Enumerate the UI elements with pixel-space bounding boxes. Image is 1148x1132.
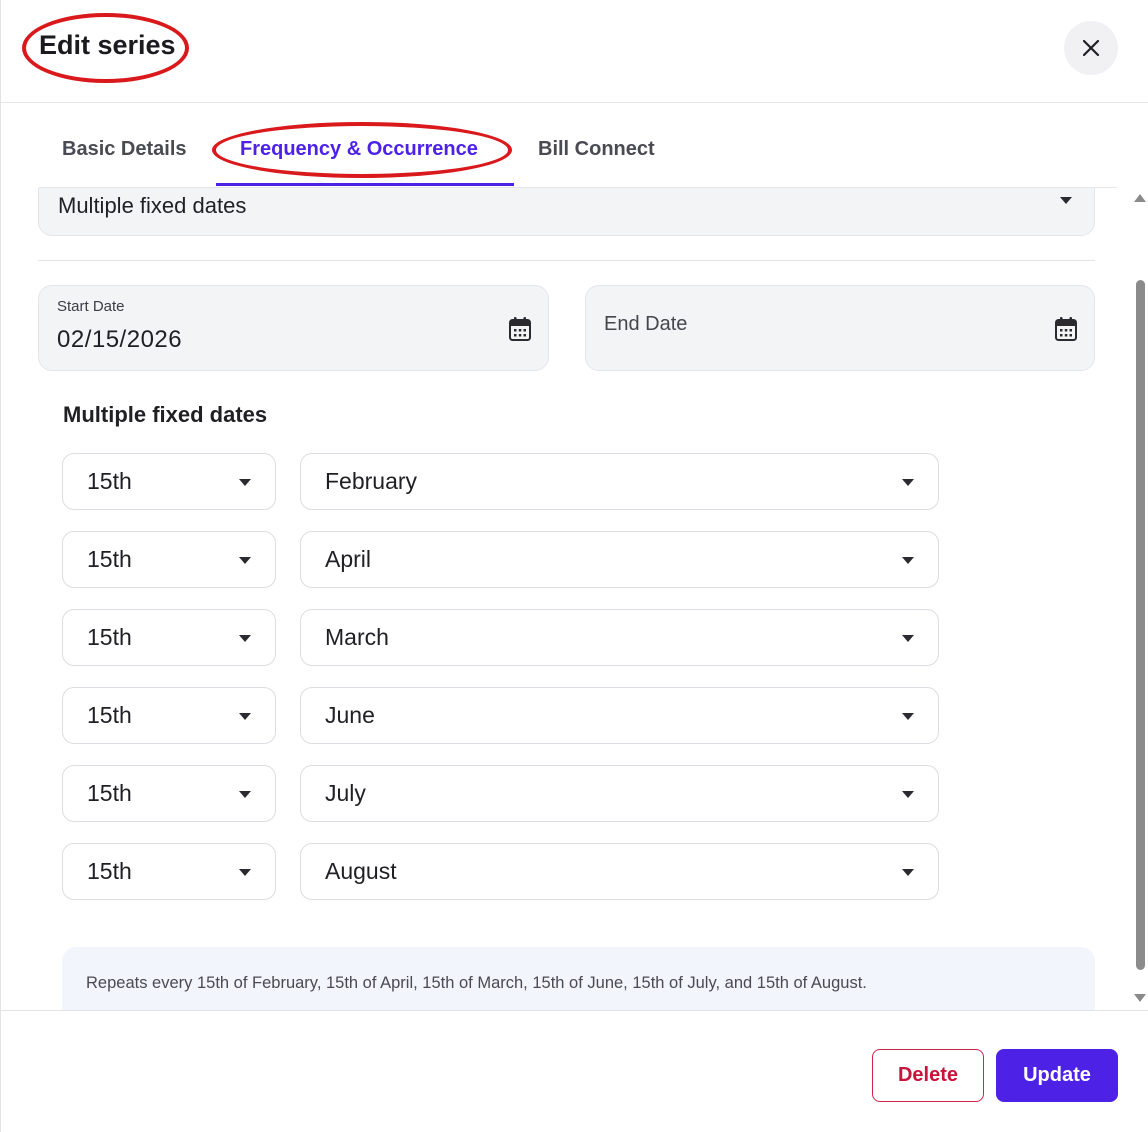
calendar-icon[interactable] <box>508 316 532 342</box>
start-date-label: Start Date <box>57 298 125 315</box>
close-icon <box>1082 39 1100 57</box>
chevron-down-icon <box>239 791 251 798</box>
start-date-field[interactable]: Start Date 02/15/2026 <box>38 285 549 371</box>
scrollbar-thumb[interactable] <box>1136 280 1145 970</box>
chevron-down-icon <box>239 479 251 486</box>
start-date-value: 02/15/2026 <box>57 326 183 353</box>
day-select[interactable]: 15th <box>62 843 276 900</box>
frequency-select-value: Multiple fixed dates <box>58 193 247 218</box>
edit-series-modal: Edit series Basic Details Frequency & Oc… <box>0 0 1148 1132</box>
chevron-down-icon <box>902 479 914 486</box>
day-select[interactable]: 15th <box>62 609 276 666</box>
day-select-value: 15th <box>87 468 132 494</box>
modal-footer: Delete Update <box>1 1010 1148 1132</box>
month-select-value: July <box>325 780 366 806</box>
month-select[interactable]: February <box>300 453 939 510</box>
month-select[interactable]: April <box>300 531 939 588</box>
day-select-value: 15th <box>87 624 132 650</box>
chevron-down-icon <box>239 713 251 720</box>
month-select-value: April <box>325 546 372 572</box>
chevron-down-icon <box>902 635 914 642</box>
scroll-down-arrow-icon[interactable] <box>1134 994 1146 1002</box>
tab-bill-connect[interactable]: Bill Connect <box>538 138 655 161</box>
scroll-up-arrow-icon[interactable] <box>1134 194 1146 202</box>
chevron-down-icon <box>902 791 914 798</box>
chevron-down-icon <box>239 869 251 876</box>
frequency-select[interactable]: Multiple fixed dates <box>38 188 1095 236</box>
close-button[interactable] <box>1064 21 1118 75</box>
repeat-summary-text: Repeats every 15th of February, 15th of … <box>86 974 867 992</box>
scrollbar[interactable] <box>1131 188 1148 1010</box>
month-select-value: August <box>325 858 397 884</box>
day-select[interactable]: 15th <box>62 531 276 588</box>
delete-button[interactable]: Delete <box>872 1049 984 1102</box>
month-select-value: February <box>325 468 418 494</box>
day-select[interactable]: 15th <box>62 453 276 510</box>
month-select[interactable]: August <box>300 843 939 900</box>
day-select-value: 15th <box>87 780 132 806</box>
active-tab-indicator <box>216 183 514 186</box>
chevron-down-icon <box>1060 197 1072 204</box>
day-select-value: 15th <box>87 546 132 572</box>
day-select-value: 15th <box>87 702 132 728</box>
chevron-down-icon <box>902 869 914 876</box>
day-select-value: 15th <box>87 858 132 884</box>
tab-frequency-occurrence[interactable]: Frequency & Occurrence <box>240 138 478 161</box>
scroll-content: Multiple fixed dates Start Date 02/15/20… <box>1 188 1131 1010</box>
tab-basic-details[interactable]: Basic Details <box>62 138 187 161</box>
tab-bar: Basic Details Frequency & Occurrence Bil… <box>39 118 1117 188</box>
month-select[interactable]: July <box>300 765 939 822</box>
month-select[interactable]: March <box>300 609 939 666</box>
modal-title: Edit series <box>39 30 176 60</box>
chevron-down-icon <box>239 557 251 564</box>
end-date-field[interactable]: End Date <box>585 285 1095 371</box>
month-select[interactable]: June <box>300 687 939 744</box>
end-date-placeholder: End Date <box>604 313 688 335</box>
day-select[interactable]: 15th <box>62 765 276 822</box>
divider <box>38 260 1095 261</box>
fixed-dates-title: Multiple fixed dates <box>63 402 268 427</box>
update-button[interactable]: Update <box>996 1049 1118 1102</box>
month-select-value: March <box>325 624 389 650</box>
chevron-down-icon <box>239 635 251 642</box>
day-select[interactable]: 15th <box>62 687 276 744</box>
calendar-icon[interactable] <box>1054 316 1078 342</box>
repeat-summary-box: Repeats every 15th of February, 15th of … <box>62 947 1095 1010</box>
chevron-down-icon <box>902 557 914 564</box>
modal-header: Edit series <box>1 0 1148 103</box>
chevron-down-icon <box>902 713 914 720</box>
month-select-value: June <box>325 702 375 728</box>
